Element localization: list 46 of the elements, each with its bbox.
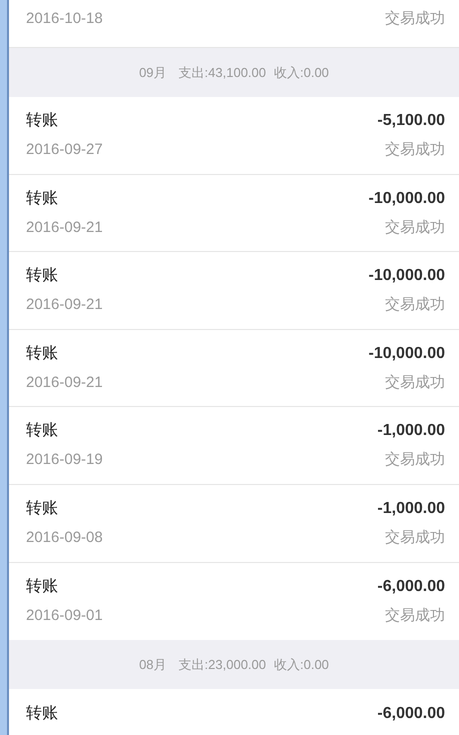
expense-total: 支出:23,000.00	[178, 656, 266, 674]
record-status: 交易成功	[385, 528, 445, 548]
record-row[interactable]: 转账 -1,000.00 2016-09-08 交易成功	[9, 484, 459, 563]
record-amount: -1,000.00	[377, 499, 445, 520]
record-date: 2016-09-08	[26, 528, 103, 548]
record-title: 转账	[26, 266, 58, 286]
record-date: 2016-09-21	[26, 218, 103, 238]
record-amount: -6,000.00	[377, 704, 445, 724]
record-title: 转账	[26, 704, 58, 724]
record-amount: -10,000.00	[368, 344, 445, 364]
record-row[interactable]: 转账 -10,000.00 2016-09-21 交易成功	[9, 174, 459, 252]
record-status: 交易成功	[385, 372, 445, 393]
record-amount: -10,000.00	[368, 266, 445, 286]
record-date: 2016-09-01	[26, 606, 103, 626]
record-title: 转账	[26, 577, 58, 598]
record-date: 2016-09-19	[26, 450, 103, 470]
income-total: 收入:0.00	[274, 656, 329, 674]
record-title: 转账	[26, 344, 58, 364]
record-date: 2016-09-27	[26, 140, 103, 160]
record-date: 2016-09-21	[26, 372, 103, 393]
record-row[interactable]: 转账 -10,000.00 2016-09-21 交易成功	[9, 330, 459, 408]
record-status: 交易成功	[385, 606, 445, 626]
month-label: 09月	[139, 64, 167, 82]
record-title: 转账	[26, 111, 58, 132]
record-amount: -10,000.00	[368, 188, 445, 209]
record-amount: -6,000.00	[377, 577, 445, 598]
record-status: 交易成功	[385, 218, 445, 238]
record-status: 交易成功	[385, 295, 445, 316]
record-row[interactable]: 转账 -6,000.00	[9, 689, 459, 734]
record-date: 2016-09-21	[26, 295, 103, 316]
record-status: 交易成功	[385, 140, 445, 160]
record-amount: -1,000.00	[377, 421, 445, 442]
record-row[interactable]: 转账 -1,000.00 2016-09-19 交易成功	[9, 407, 459, 485]
record-title: 转账	[26, 499, 58, 520]
income-total: 收入:0.00	[274, 64, 329, 82]
record-amount: -5,100.00	[377, 111, 445, 132]
record-title: 转账	[26, 188, 58, 209]
record-row[interactable]: 转账 -5,100.00 2016-09-27 交易成功	[9, 97, 459, 175]
record-status: 交易成功	[385, 450, 445, 470]
record-status: 交易成功	[385, 9, 445, 29]
record-row[interactable]: 转账 -6,000.00 2016-09-01 交易成功	[9, 562, 459, 640]
record-date: 2016-10-18	[26, 9, 103, 29]
record-row[interactable]: 转账 -10,000.00 2016-09-21 交易成功	[9, 252, 459, 330]
record-title: 转账	[26, 421, 58, 442]
expense-total: 支出:43,100.00	[178, 64, 266, 82]
month-label: 08月	[139, 656, 167, 674]
